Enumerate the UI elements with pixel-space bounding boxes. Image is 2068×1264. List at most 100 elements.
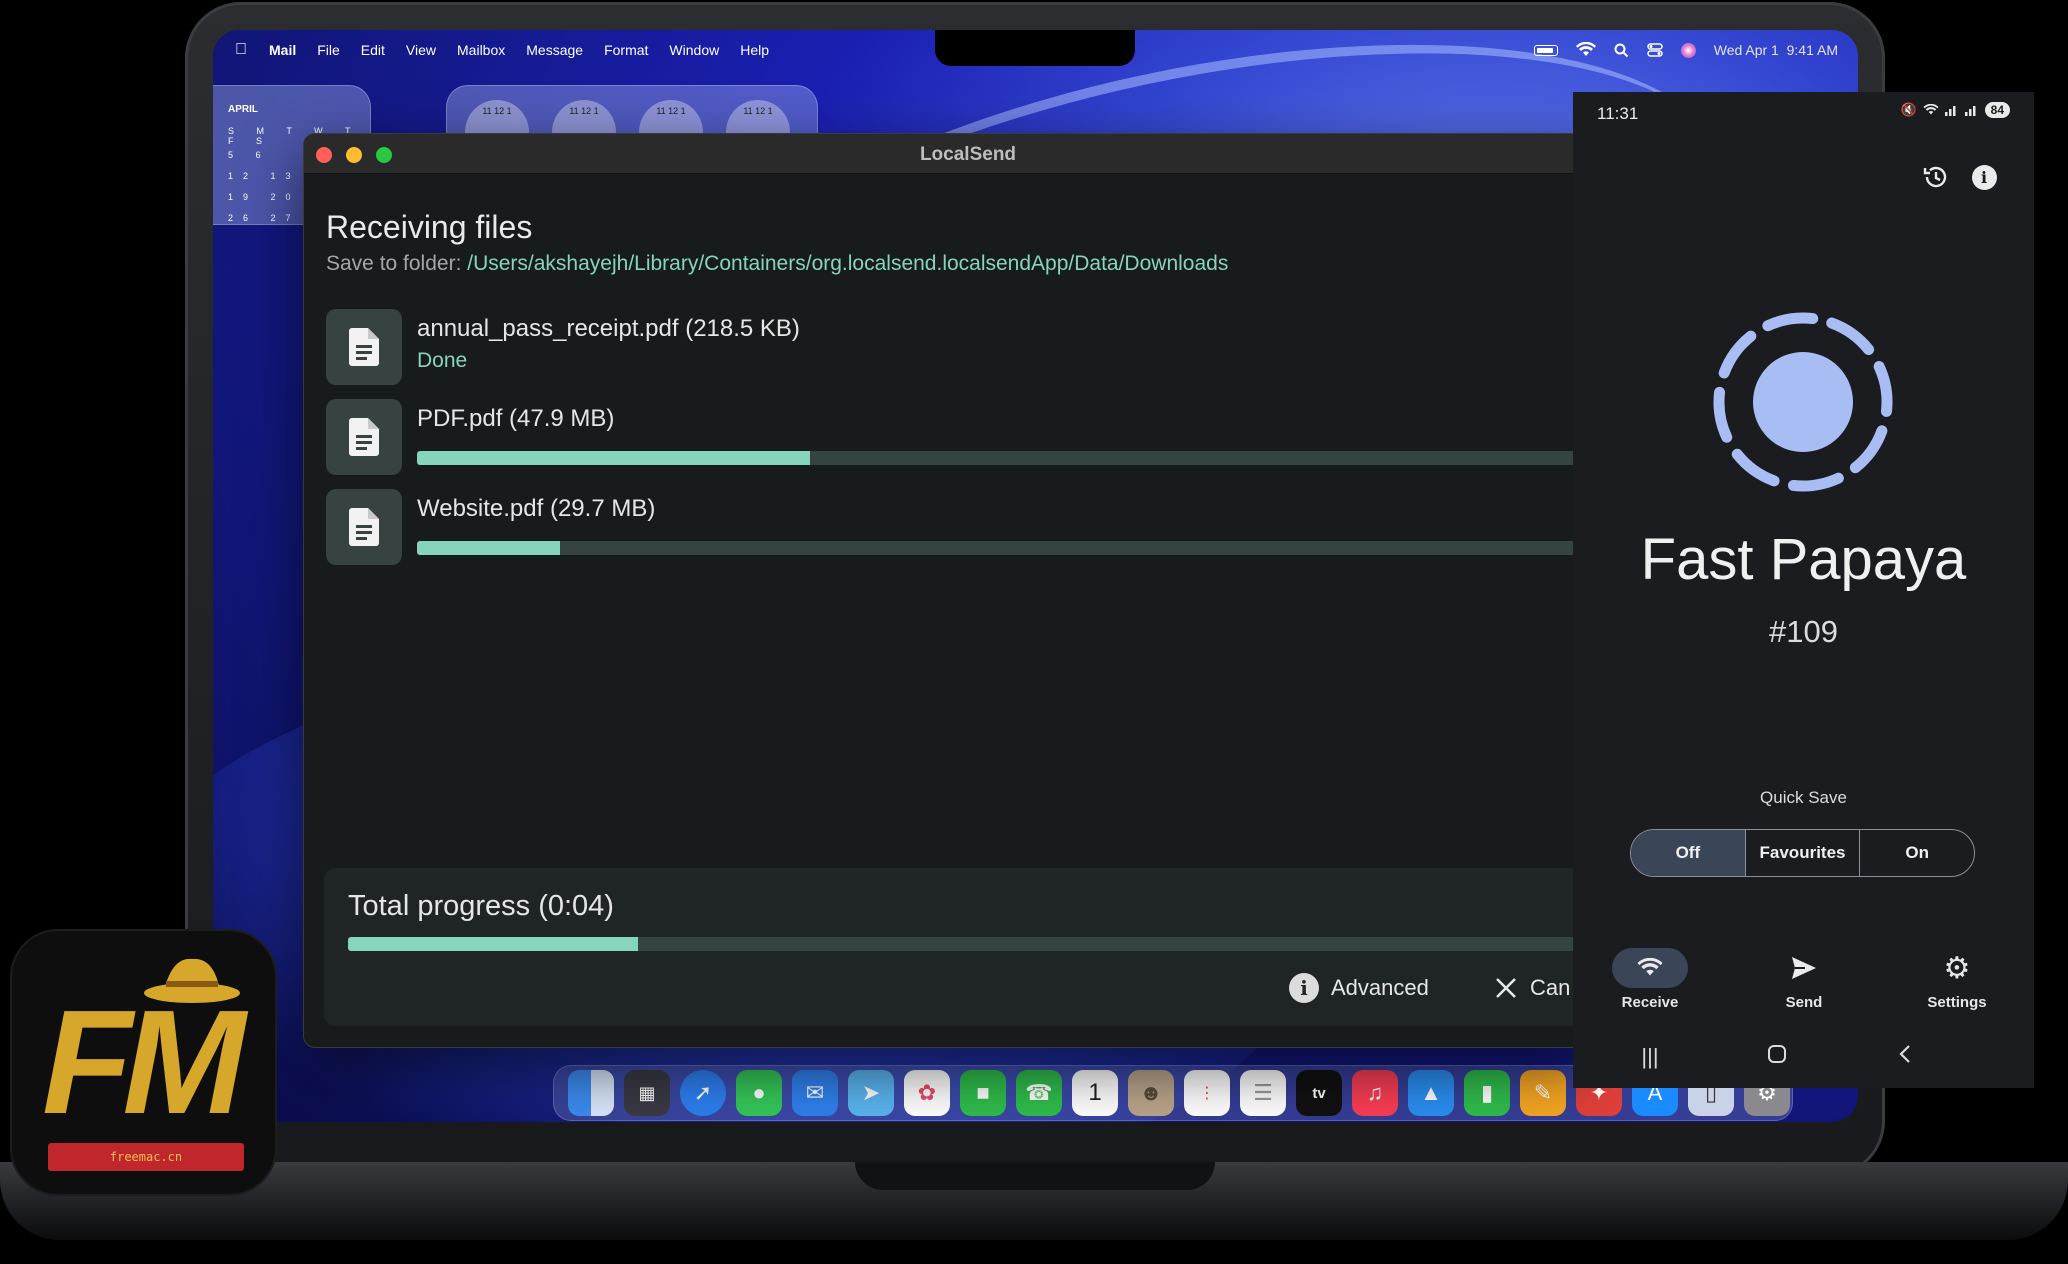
home-button[interactable] (1747, 1044, 1807, 1070)
battery-icon: 84 (1984, 102, 2010, 118)
gear-icon: ⚙ (1943, 951, 1971, 985)
pages-icon[interactable]: ✎ (1520, 1070, 1566, 1116)
calendar-week: 5 6 (228, 150, 271, 160)
send-icon (1744, 948, 1864, 988)
file-row: Website.pdf (29.7 MB) (326, 489, 1592, 567)
history-icon (1923, 166, 1947, 188)
total-progress-bar (348, 937, 1592, 951)
signal-icon (1964, 106, 1976, 116)
contacts-icon[interactable]: ☻ (1128, 1070, 1174, 1116)
file-status: Done (417, 349, 468, 372)
mail-icon[interactable]: ✉ (792, 1070, 838, 1116)
fm-site-label: freemac.cn (48, 1143, 244, 1171)
close-icon (1496, 978, 1516, 998)
launchpad-icon[interactable]: ▦ (624, 1070, 670, 1116)
wifi-icon (1612, 948, 1688, 988)
mute-icon: 🔇 (1900, 102, 1917, 117)
advanced-button[interactable]: i Advanced (1289, 968, 1429, 1008)
wifi-icon[interactable] (1575, 42, 1596, 58)
phone-status-icons: 🔇 84 (1900, 102, 2010, 118)
menu-file[interactable]: File (317, 42, 340, 58)
window-titlebar[interactable]: LocalSend (304, 134, 1592, 174)
fm-logo-letters: FM (42, 980, 246, 1145)
signal-icon (1944, 106, 1956, 116)
file-progress-bar (417, 541, 1592, 555)
quick-save-favourites-button[interactable]: Favourites (1746, 830, 1861, 876)
save-folder-label: Save to folder: (326, 252, 468, 275)
device-name: Fast Papaya (1640, 527, 1967, 592)
music-icon[interactable]: ♫ (1352, 1070, 1398, 1116)
phone-icon[interactable]: ☎ (1016, 1070, 1062, 1116)
freemac-watermark: FM freemac.cn (12, 931, 275, 1194)
tv-icon[interactable]: tv (1296, 1070, 1342, 1116)
menu-view[interactable]: View (406, 42, 436, 58)
safari-icon[interactable]: ➚ (680, 1070, 726, 1116)
info-icon: i (1289, 973, 1319, 1003)
menu-help[interactable]: Help (740, 42, 769, 58)
finder-icon[interactable] (568, 1070, 614, 1116)
menu-mailbox[interactable]: Mailbox (457, 42, 505, 58)
file-name: Website.pdf (29.7 MB) (417, 495, 656, 522)
calendar-icon[interactable]: 1 (1072, 1070, 1118, 1116)
cancel-label: Can (1530, 975, 1571, 1000)
facetime-icon[interactable]: ■ (960, 1070, 1006, 1116)
window-title: LocalSend (919, 144, 1017, 165)
page-title: Receiving files (326, 209, 533, 245)
menu-bar-extras: Wed Apr 1 9:41 AM (1533, 30, 1838, 70)
file-row: PDF.pdf (47.9 MB) (326, 399, 1592, 477)
localsend-window: LocalSend Receiving files Save to folder… (303, 133, 1593, 1048)
nav-receive[interactable]: Receive (1590, 948, 1710, 1011)
total-progress-fill (348, 937, 638, 951)
menu-app-name[interactable]: Mail (269, 42, 296, 58)
localsend-logo-icon (1713, 312, 1893, 492)
file-progress-fill (417, 541, 560, 555)
nav-settings[interactable]: ⚙ Settings (1897, 948, 2017, 1012)
notes-icon[interactable]: ☰ (1240, 1070, 1286, 1116)
back-button[interactable] (1875, 1044, 1935, 1070)
keynote-icon[interactable]: ▲ (1408, 1070, 1454, 1116)
apple-menu-icon[interactable]:  (235, 41, 247, 59)
calendar-month: APRIL (228, 104, 258, 115)
menu-window[interactable]: Window (669, 42, 719, 58)
document-icon (326, 309, 402, 385)
about-button[interactable]: i (1967, 160, 2001, 194)
battery-icon[interactable] (1533, 44, 1558, 56)
save-folder-line: Save to folder: /Users/akshayejh/Library… (326, 252, 1228, 276)
nav-receive-label: Receive (1621, 994, 1679, 1011)
document-icon (326, 399, 402, 475)
document-icon (326, 489, 402, 565)
quick-save-on-button[interactable]: On (1860, 830, 1974, 876)
laptop-hinge (855, 1162, 1215, 1190)
history-button[interactable] (1919, 160, 1953, 194)
save-folder-path[interactable]: /Users/akshayejh/Library/Containers/org.… (467, 252, 1228, 275)
file-name: PDF.pdf (47.9 MB) (417, 405, 615, 432)
photos-icon[interactable]: ✿ (904, 1070, 950, 1116)
android-phone-screen: 11:31 🔇 84 i Fast Papaya #109 Quick Save… (1573, 92, 2034, 1088)
control-center-icon[interactable] (1646, 43, 1663, 57)
menu-clock[interactable]: Wed Apr 1 9:41 AM (1714, 42, 1838, 58)
cancel-button[interactable]: Can (1494, 968, 1570, 1008)
messages-icon[interactable]: ● (736, 1070, 782, 1116)
maps-icon[interactable]: ➤ (848, 1070, 894, 1116)
file-progress-fill (417, 451, 810, 465)
recent-apps-button[interactable]: ||| (1620, 1044, 1680, 1070)
total-progress-label: Total progress (0:04) (348, 890, 614, 922)
quick-save-label: Quick Save (1760, 788, 1847, 807)
nav-send-label: Send (1785, 994, 1823, 1011)
calendar-week: 19 20 (228, 192, 301, 202)
menu-message[interactable]: Message (526, 42, 583, 58)
menu-edit[interactable]: Edit (361, 42, 385, 58)
numbers-icon[interactable]: ▮ (1464, 1070, 1510, 1116)
reminders-icon[interactable]: ⋮ (1184, 1070, 1230, 1116)
calendar-week: 12 13 (228, 171, 301, 181)
phone-clock: 11:31 (1597, 104, 1639, 123)
quick-save-segmented-control: Off Favourites On (1630, 829, 1975, 877)
spotlight-search-icon[interactable] (1614, 43, 1629, 58)
nav-send[interactable]: Send (1744, 948, 1864, 1011)
file-progress-bar (417, 451, 1592, 465)
file-name: annual_pass_receipt.pdf (218.5 KB) (417, 315, 800, 342)
siri-icon[interactable] (1680, 42, 1696, 58)
calendar-week: 26 27 (228, 213, 301, 223)
menu-format[interactable]: Format (604, 42, 648, 58)
quick-save-off-button[interactable]: Off (1631, 830, 1746, 876)
